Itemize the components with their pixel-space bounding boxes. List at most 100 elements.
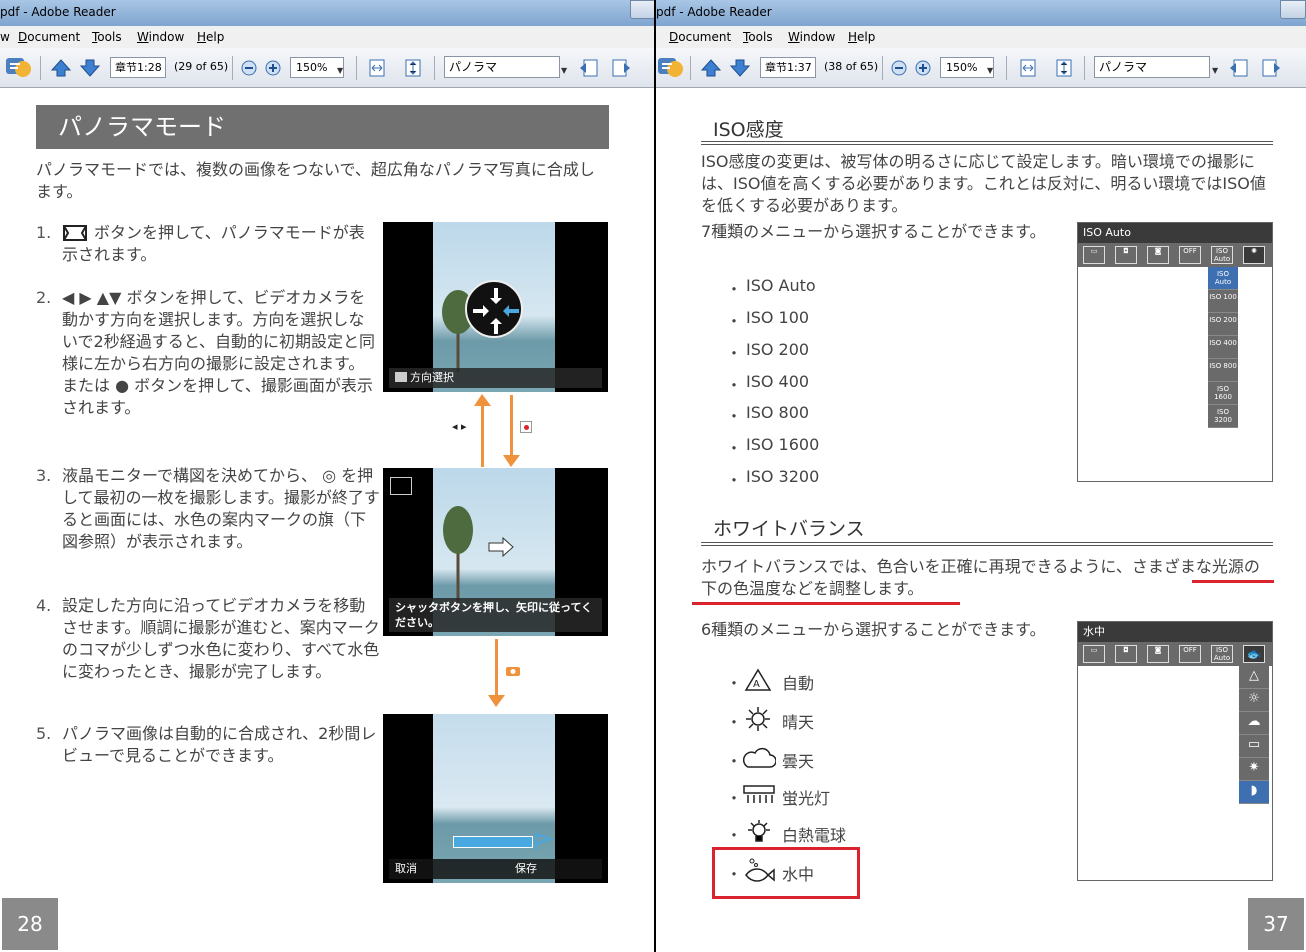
- fit-width-icon[interactable]: [366, 58, 388, 78]
- iso-heading: ISO感度: [713, 119, 784, 141]
- wb-menu-count: 6種類のメニューから選択することができます。: [701, 620, 1046, 639]
- wb-option-fish-icon[interactable]: ◗: [1239, 781, 1269, 804]
- tab-iso-icon[interactable]: ISO Auto: [1211, 246, 1233, 264]
- left-menu-help[interactable]: Help: [197, 30, 224, 44]
- tab-stabilizer-off-icon[interactable]: OFF: [1179, 246, 1201, 264]
- iso-option-auto[interactable]: ISO Auto: [1208, 267, 1238, 290]
- left-search-dropdown-icon[interactable]: ▼: [561, 66, 567, 75]
- up-arrow-line: [481, 399, 484, 467]
- wb-item-fluorescent-label: 蛍光灯: [782, 789, 831, 808]
- right-menu-window[interactable]: Window: [788, 30, 835, 44]
- wb-tab-frame-icon[interactable]: ◙: [1147, 645, 1169, 663]
- right-page-number-badge: 37: [1248, 898, 1304, 950]
- tab-camera-icon[interactable]: ▭: [1083, 246, 1105, 264]
- panorama-progress: [453, 836, 533, 848]
- fit-page-icon-right[interactable]: [1053, 58, 1075, 78]
- left-menu-tools[interactable]: Tools: [92, 30, 122, 44]
- right-menu-bar: Document Tools Window Help: [656, 26, 1306, 48]
- osd-direction-label: 方向選択: [410, 371, 454, 384]
- left-restore-button[interactable]: [630, 0, 654, 19]
- zoom-out-icon[interactable]: [238, 58, 260, 78]
- down-arrow-line: [510, 395, 513, 459]
- right-menu-document-rest: ocument: [678, 30, 732, 44]
- wb-tab-iso-icon[interactable]: ISO Auto: [1211, 645, 1233, 663]
- fit-page-icon[interactable]: [402, 58, 424, 78]
- tab-frame-icon[interactable]: ◙: [1147, 246, 1169, 264]
- collaborate-icon-right[interactable]: [656, 54, 684, 80]
- right-search-input[interactable]: パノラマ: [1094, 56, 1210, 78]
- wb-option-cloud-icon[interactable]: ☁: [1239, 712, 1269, 735]
- right-menu-tools[interactable]: Tools: [743, 30, 773, 44]
- find-previous-icon-right[interactable]: [1228, 58, 1250, 78]
- left-toolbar: 章节1:28 (29 of 65) 150% ▼ パノラマ ▼: [0, 48, 654, 88]
- right-menu-document[interactable]: Document: [669, 30, 731, 44]
- save-label[interactable]: 保存: [515, 859, 537, 879]
- wb-option-fluorescent-icon[interactable]: ▭: [1239, 735, 1269, 758]
- tab-wb-icon[interactable]: ✺: [1243, 246, 1265, 264]
- right-page-number-input[interactable]: 章节1:37: [760, 57, 816, 78]
- left-zoom-select[interactable]: 150%: [290, 57, 344, 78]
- left-zoom-dropdown-icon[interactable]: ▼: [337, 66, 343, 75]
- underwater-highlight-box: [712, 847, 860, 899]
- zoom-out-icon-right[interactable]: [888, 58, 910, 78]
- iso-option-3200[interactable]: ISO 3200: [1208, 405, 1238, 428]
- left-menu-window-rest: indow: [148, 30, 185, 44]
- find-next-icon[interactable]: [610, 58, 632, 78]
- left-menu-window[interactable]: Window: [137, 30, 184, 44]
- wb-tab-camera-icon[interactable]: ▭: [1083, 645, 1105, 663]
- right-menu-tools-rest: ools: [748, 30, 773, 44]
- wb-tab-stabilizer-off-icon[interactable]: OFF: [1179, 645, 1201, 663]
- step-2-text: ◀ ▶ ▲▼ ボタンを押して、ビデオカメラを動かす方向を選択します。方向を選択し…: [62, 288, 376, 417]
- right-menu-window-rest: indow: [799, 30, 836, 44]
- left-menu-document[interactable]: Document: [18, 30, 80, 44]
- zoom-in-icon[interactable]: [262, 58, 284, 78]
- find-next-icon-right[interactable]: [1260, 58, 1282, 78]
- next-page-icon[interactable]: [79, 58, 101, 78]
- next-page-icon-right[interactable]: [729, 58, 751, 78]
- find-previous-icon[interactable]: [578, 58, 600, 78]
- iso-option-1600[interactable]: ISO 1600: [1208, 382, 1238, 405]
- iso-option-100[interactable]: ISO 100: [1208, 290, 1238, 313]
- wb-panel-title: 水中: [1078, 622, 1272, 642]
- right-zoom-select[interactable]: 150%: [940, 57, 994, 78]
- wb-option-sun-icon[interactable]: ☼: [1239, 689, 1269, 712]
- camera-shutter-icon: [506, 667, 520, 676]
- left-menu-view[interactable]: w: [0, 30, 10, 44]
- iso-menu-count: 7種類のメニューから選択することができます。: [701, 222, 1046, 241]
- left-menu-tools-rest: ools: [97, 30, 122, 44]
- right-restore-button[interactable]: [1280, 0, 1306, 19]
- collaborate-icon[interactable]: [4, 54, 32, 80]
- camera-screen-review: 取消 保存: [383, 714, 608, 883]
- previous-page-icon-right[interactable]: [700, 58, 722, 78]
- direction-dial[interactable]: [465, 280, 523, 338]
- tab-metering-icon[interactable]: ◘: [1115, 246, 1137, 264]
- review-osd: 取消 保存: [389, 859, 602, 879]
- wb-tab-wb-icon[interactable]: 🐟: [1243, 645, 1265, 663]
- left-search-input[interactable]: パノラマ: [444, 56, 560, 78]
- step-2-number: 2.: [36, 288, 52, 307]
- iso-option-400[interactable]: ISO 400: [1208, 336, 1238, 359]
- iso-option-200[interactable]: ISO 200: [1208, 313, 1238, 336]
- cancel-label[interactable]: 取消: [395, 862, 417, 875]
- iso-option-800[interactable]: ISO 800: [1208, 359, 1238, 382]
- right-menu-help[interactable]: Help: [848, 30, 875, 44]
- zoom-in-icon-right[interactable]: [912, 58, 934, 78]
- camera-screen-shooting: シャッタボタンを押し、矢印に従ってください。: [383, 468, 608, 636]
- wb-tab-metering-icon[interactable]: ◘: [1115, 645, 1137, 663]
- iso-panel-tabs: ▭ ◘ ◙ OFF ISO Auto ✺: [1078, 243, 1272, 267]
- fit-width-icon-right[interactable]: [1017, 58, 1039, 78]
- wb-option-auto-icon[interactable]: △: [1239, 666, 1269, 689]
- left-page-number-input[interactable]: 章节1:28: [110, 57, 166, 78]
- left-sep-1: [40, 56, 41, 80]
- right-reader-window: pdf - Adobe Reader Document Tools Window…: [656, 0, 1306, 952]
- iso-heading-rule: [701, 141, 1273, 145]
- right-search-dropdown-icon[interactable]: ▼: [1212, 66, 1218, 75]
- previous-page-icon[interactable]: [50, 58, 72, 78]
- wb-option-bulb-icon[interactable]: ✷: [1239, 758, 1269, 781]
- cloud-icon: [742, 747, 776, 768]
- right-zoom-dropdown-icon[interactable]: ▼: [987, 66, 993, 75]
- up-arrow-head: [474, 394, 491, 406]
- left-reader-window: pdf - Adobe Reader w Document Tools Wind…: [0, 0, 654, 952]
- shutter-osd: シャッタボタンを押し、矢印に従ってください。: [389, 598, 602, 632]
- down-arrow-line-2: [495, 639, 498, 699]
